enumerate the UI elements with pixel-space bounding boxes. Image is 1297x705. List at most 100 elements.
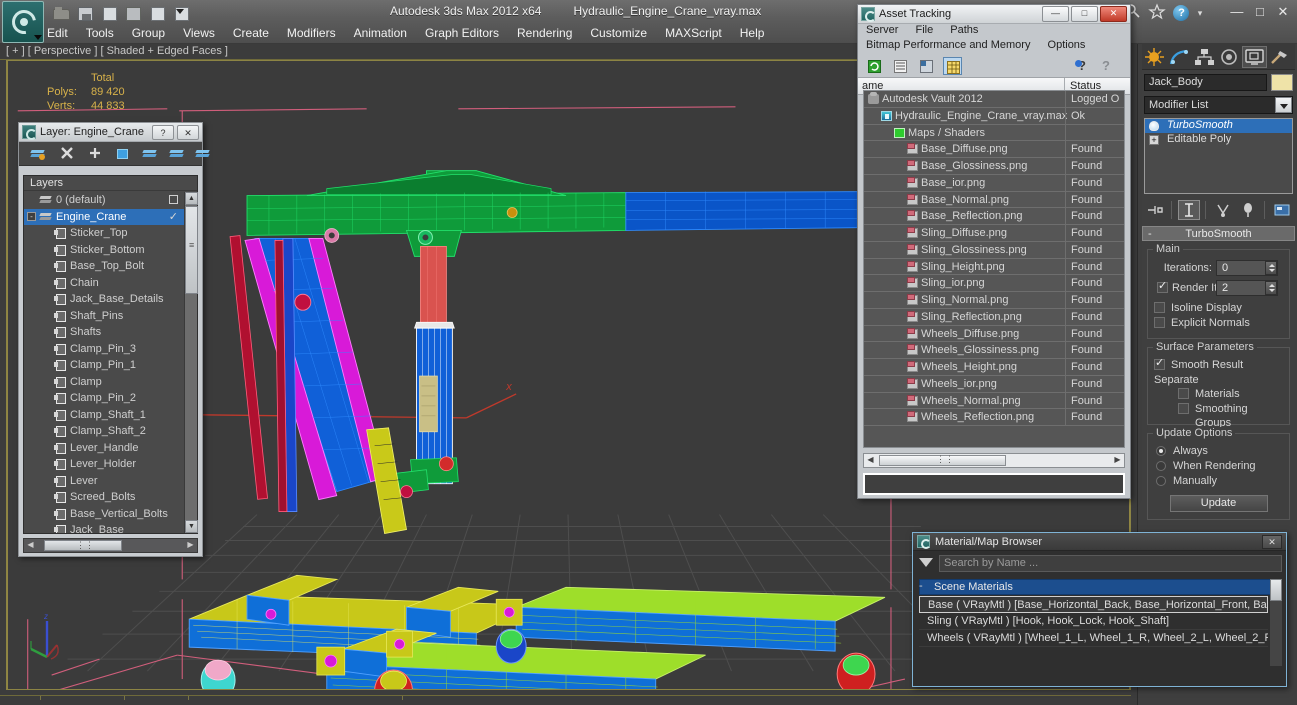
manually-radio[interactable]: Manually xyxy=(1153,474,1284,489)
quick-access-more-icon[interactable] xyxy=(176,9,184,14)
make-unique-icon[interactable] xyxy=(1212,200,1234,220)
layer-dialog-close-button[interactable]: ✕ xyxy=(177,125,199,140)
menu-views[interactable]: Views xyxy=(174,24,224,42)
scene-materials-expander[interactable]: - xyxy=(919,580,923,592)
layer-list-horizontal-scrollbar[interactable]: ◀ ▶ xyxy=(23,538,198,553)
render-iters-spinner[interactable]: 2 xyxy=(1216,280,1278,296)
always-radio[interactable]: Always xyxy=(1153,444,1284,459)
material-filter-dropdown-icon[interactable] xyxy=(919,558,933,567)
layer-row[interactable]: Clamp_Pin_3 xyxy=(24,341,184,358)
close-button[interactable]: ✕ xyxy=(1273,4,1293,20)
material-list-item[interactable]: Sling ( VRayMtl ) [Hook, Hook_Lock, Hook… xyxy=(919,613,1268,630)
material-scroll-thumb[interactable] xyxy=(1270,579,1282,601)
asset-scroll-right-icon[interactable]: ▶ xyxy=(1111,454,1124,467)
asset-dialog-titlebar[interactable]: Asset Tracking — □ ✕ xyxy=(858,5,1130,24)
scroll-up-icon[interactable]: ▲ xyxy=(185,192,198,205)
object-name-input[interactable]: Jack_Body xyxy=(1144,74,1267,91)
pin-stack-icon[interactable] xyxy=(1144,200,1166,220)
viewport-label[interactable]: [ + ] [ Perspective ] [ Shaded + Edged F… xyxy=(6,45,228,57)
asset-row[interactable]: Sling_Reflection.png Found xyxy=(864,308,1124,326)
lightbulb-icon[interactable] xyxy=(1149,121,1159,131)
asset-row[interactable]: Base_Glossiness.png Found xyxy=(864,158,1124,175)
add-selection-to-layer-icon[interactable] xyxy=(169,145,187,163)
menu-create[interactable]: Create xyxy=(224,24,278,42)
menu-graph-editors[interactable]: Graph Editors xyxy=(416,24,508,42)
rollout-header[interactable]: - TurboSmooth xyxy=(1142,226,1295,241)
list-view-icon[interactable] xyxy=(891,57,910,75)
layer-list-vertical-scrollbar[interactable]: ▲ ▼ xyxy=(184,192,198,533)
layer-row[interactable]: Clamp_Shaft_1 xyxy=(24,407,184,424)
save-file-icon[interactable] xyxy=(76,5,96,23)
asset-row[interactable]: Base_ior.png Found xyxy=(864,174,1124,192)
asset-row[interactable]: Autodesk Vault 2012 Logged O xyxy=(864,91,1124,108)
layer-row[interactable]: Lever_Holder xyxy=(24,456,184,473)
layer-row[interactable]: 0 (default) xyxy=(24,192,184,209)
menu-tools[interactable]: Tools xyxy=(77,24,123,42)
help-icon[interactable]: ? xyxy=(1098,57,1117,75)
layer-row[interactable]: Clamp_Shaft_2 xyxy=(24,423,184,440)
layer-dialog-help-button[interactable]: ? xyxy=(152,125,174,140)
render-iters-spinner-arrows[interactable] xyxy=(1265,281,1277,295)
create-tab[interactable] xyxy=(1142,46,1167,68)
layer-row[interactable]: - Engine_Crane ✓ xyxy=(24,208,184,225)
help-question-icon[interactable]: ? xyxy=(1171,3,1192,22)
details-view-icon[interactable] xyxy=(917,57,936,75)
layer-row[interactable]: Chain xyxy=(24,275,184,292)
layer-row[interactable]: Jack_Base_Details xyxy=(24,291,184,308)
material-list-item[interactable]: Wheels ( VRayMtl ) [Wheel_1_L, Wheel_1_R… xyxy=(919,630,1268,647)
scroll-right-icon[interactable]: ▶ xyxy=(184,539,197,552)
layer-row[interactable]: Sticker_Top xyxy=(24,225,184,242)
asset-menu-options[interactable]: Options xyxy=(1048,39,1086,51)
isoline-display-checkbox[interactable]: Isoline Display xyxy=(1153,301,1284,316)
layer-row[interactable]: Clamp_Pin_2 xyxy=(24,390,184,407)
asset-horizontal-scrollbar[interactable]: ◀ ▶ xyxy=(863,453,1125,468)
asset-scroll-left-icon[interactable]: ◀ xyxy=(864,454,877,467)
delete-layer-icon[interactable] xyxy=(59,145,77,163)
asset-row[interactable]: Sling_ior.png Found xyxy=(864,275,1124,293)
scroll-left-icon[interactable]: ◀ xyxy=(24,539,37,552)
select-objects-in-layer-icon[interactable] xyxy=(115,145,133,163)
materials-checkbox[interactable]: Materials xyxy=(1153,387,1284,402)
minimize-button[interactable]: — xyxy=(1227,4,1247,19)
asset-row[interactable]: Sling_Diffuse.png Found xyxy=(864,225,1124,242)
layer-row[interactable]: Clamp xyxy=(24,374,184,391)
modifier-stack-item[interactable]: TurboSmooth xyxy=(1145,119,1292,133)
layer-expander-icon[interactable]: - xyxy=(27,211,36,221)
open-file-icon[interactable] xyxy=(52,5,72,23)
plus-box-icon[interactable]: + xyxy=(1149,135,1159,145)
iterations-spinner-arrows[interactable] xyxy=(1265,261,1277,275)
motion-tab[interactable] xyxy=(1217,46,1242,68)
menu-help[interactable]: Help xyxy=(731,24,774,42)
layer-dialog-titlebar[interactable]: Layer: Engine_Crane ? ✕ xyxy=(19,123,202,142)
layer-row[interactable]: Jack_Base xyxy=(24,522,184,533)
menu-modifiers[interactable]: Modifiers xyxy=(278,24,345,42)
material-browser-close-button[interactable]: ✕ xyxy=(1262,535,1282,549)
asset-close-button[interactable]: ✕ xyxy=(1100,6,1127,22)
utilities-tab[interactable] xyxy=(1267,46,1292,68)
favorites-star-icon[interactable] xyxy=(1147,3,1168,22)
asset-grid[interactable]: Autodesk Vault 2012 Logged O Hydraulic_Eng… xyxy=(863,90,1125,448)
asset-menu-bitmap-performance[interactable]: Bitmap Performance and Memory xyxy=(866,39,1030,51)
hierarchy-tab[interactable] xyxy=(1192,46,1217,68)
redo-icon[interactable] xyxy=(172,5,192,23)
update-button[interactable]: Update xyxy=(1169,495,1268,512)
menu-animation[interactable]: Animation xyxy=(345,24,416,42)
undo-icon[interactable] xyxy=(148,5,168,23)
create-new-layer-icon[interactable] xyxy=(29,145,47,163)
asset-row[interactable]: Wheels_Height.png Found xyxy=(864,359,1124,376)
grid-view-icon[interactable] xyxy=(943,57,962,75)
hscroll-thumb[interactable] xyxy=(44,540,122,551)
explicit-normals-checkbox[interactable]: Explicit Normals xyxy=(1153,316,1284,331)
help-add-icon[interactable]: ? xyxy=(1074,57,1093,75)
material-browser-titlebar[interactable]: Material/Map Browser ✕ xyxy=(913,533,1286,551)
iterations-spinner[interactable]: 0 xyxy=(1216,260,1278,276)
asset-row[interactable]: Wheels_ior.png Found xyxy=(864,375,1124,393)
layer-row[interactable]: Base_Vertical_Bolts xyxy=(24,506,184,523)
add-layer-icon[interactable] xyxy=(87,145,105,163)
object-color-swatch[interactable] xyxy=(1271,74,1293,91)
print-setup-icon[interactable] xyxy=(124,5,144,23)
asset-row[interactable]: Wheels_Diffuse.png Found xyxy=(864,325,1124,343)
layer-row[interactable]: Screed_Bolts xyxy=(24,489,184,506)
asset-row[interactable]: Hydraulic_Engine_Crane_vray.max Ok xyxy=(864,107,1124,125)
asset-maximize-button[interactable]: □ xyxy=(1071,6,1098,22)
